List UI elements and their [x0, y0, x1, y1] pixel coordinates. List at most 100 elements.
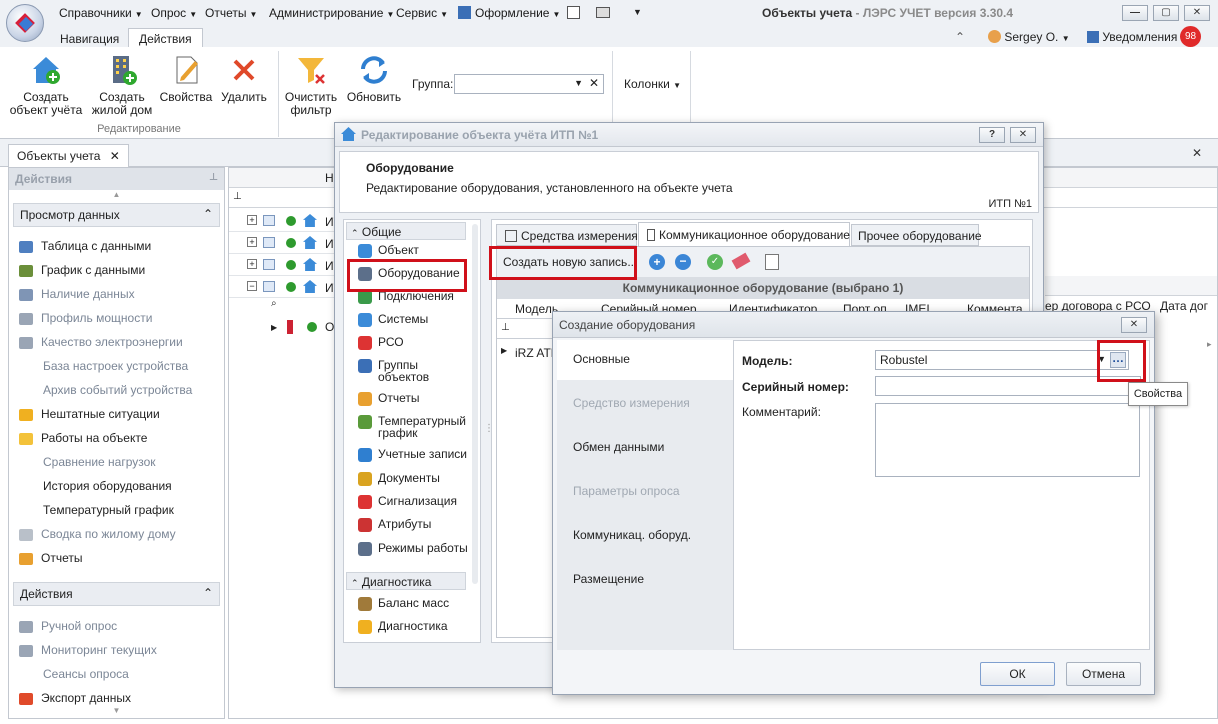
nav-item-9[interactable]: Документы: [358, 472, 440, 486]
tab-communication-equipment[interactable]: Коммуникационное оборудование: [638, 222, 850, 247]
save-icon[interactable]: [567, 6, 580, 19]
create-object-button[interactable]: Создать объект учёта: [8, 53, 84, 117]
edit-close-button[interactable]: ✕: [1010, 127, 1036, 143]
chevron-down-icon[interactable]: ▼: [574, 78, 583, 88]
expand-icon[interactable]: +: [247, 259, 257, 269]
menu-directories[interactable]: Справочники ▼: [59, 6, 143, 20]
menu-service[interactable]: Сервис ▼: [396, 6, 448, 20]
table-row[interactable]: − ИТ: [229, 278, 341, 298]
scroll-down-icon[interactable]: ▼: [9, 706, 224, 715]
nav-item-10[interactable]: Сигнализация: [358, 495, 457, 509]
minimize-button[interactable]: —: [1122, 5, 1148, 21]
menu-administration[interactable]: Администрирование ▼: [269, 6, 394, 20]
expand-icon[interactable]: −: [247, 281, 257, 291]
action-items1-6[interactable]: Архив событий устройства: [19, 383, 192, 399]
nav-item-6[interactable]: Отчеты: [358, 392, 419, 406]
refresh-button[interactable]: Обновить: [345, 53, 403, 104]
check-icon[interactable]: ✓: [707, 254, 723, 270]
pin-icon[interactable]: ⊥: [209, 172, 218, 183]
group-combobox[interactable]: ▼ ✕: [454, 74, 604, 94]
nav-diag-item-0[interactable]: Баланс масс: [358, 596, 449, 611]
nav-item-5[interactable]: Группы объектов: [358, 359, 429, 383]
cancel-button[interactable]: Отмена: [1066, 662, 1141, 686]
tab-measuring-tools[interactable]: Средства измерения: [496, 224, 638, 246]
help-button[interactable]: ?: [979, 127, 1005, 143]
action-items2-2[interactable]: Сеансы опроса: [19, 667, 129, 683]
action-items2-3[interactable]: Экспорт данных: [19, 691, 131, 705]
clear-filter-button[interactable]: Очистить фильтр: [282, 53, 340, 117]
tab-navigation[interactable]: Навигация: [50, 29, 129, 49]
menu-reports[interactable]: Отчеты ▼: [205, 6, 257, 20]
model-combobox[interactable]: Robustel ▼ …: [875, 350, 1129, 370]
action-items1-10[interactable]: История оборудования: [19, 479, 172, 495]
eraser-icon[interactable]: [731, 252, 751, 270]
nav-diag-item-1[interactable]: Диагностика: [358, 619, 448, 634]
nav-item-7[interactable]: Температурный график: [358, 415, 466, 439]
notifications-button[interactable]: Уведомления: [1087, 30, 1177, 44]
action-items1-1[interactable]: График с данными: [19, 263, 145, 277]
nav-item-4[interactable]: РСО: [358, 336, 404, 350]
comment-field[interactable]: [875, 403, 1140, 477]
action-items1-3[interactable]: Профиль мощности: [19, 311, 152, 325]
menu-appearance[interactable]: Оформление ▼: [458, 6, 560, 20]
tab-objects[interactable]: Объекты учета ✕: [8, 144, 129, 167]
scroll-right-icon[interactable]: ▸: [1207, 339, 1212, 350]
column-header-contract-date[interactable]: Дата дог: [1160, 299, 1208, 313]
action-items1-11[interactable]: Температурный график: [19, 503, 174, 519]
collapse-icon[interactable]: ⌃: [203, 207, 213, 221]
nav-item-3[interactable]: Системы: [358, 313, 428, 327]
group-actions[interactable]: Действия ⌃: [13, 582, 220, 606]
delete-button[interactable]: Удалить: [218, 53, 270, 104]
close-document-icon[interactable]: ✕: [1192, 146, 1202, 160]
expand-icon[interactable]: +: [247, 237, 257, 247]
collapse-ribbon-icon[interactable]: ⌃: [955, 30, 965, 44]
nav-item-12[interactable]: Режимы работы: [358, 542, 468, 556]
dialog-nav-5[interactable]: Размещение: [557, 560, 733, 600]
close-tab-icon[interactable]: ✕: [110, 149, 120, 163]
action-items1-2[interactable]: Наличие данных: [19, 287, 135, 301]
action-items1-5[interactable]: База настроек устройства: [19, 359, 188, 375]
properties-button[interactable]: Свойства: [158, 53, 214, 104]
edit-icon[interactable]: [765, 254, 779, 270]
nav-group-general[interactable]: ⌃ Общие: [346, 222, 466, 240]
dialog-nav-3[interactable]: Параметры опроса: [557, 472, 733, 512]
user-menu[interactable]: Sergey O. ▼: [988, 30, 1070, 44]
columns-button[interactable]: Колонки ▼: [624, 77, 681, 91]
action-items1-0[interactable]: Таблица с данными: [19, 239, 151, 253]
search-icon[interactable]: ⌕: [271, 298, 277, 309]
group-view-data[interactable]: Просмотр данных ⌃: [13, 203, 220, 227]
table-row[interactable]: + ИТ: [229, 256, 341, 276]
nav-item-8[interactable]: Учетные записи: [358, 448, 467, 462]
dialog-nav-0[interactable]: Основные: [557, 340, 733, 380]
nav-item-0[interactable]: Объект: [358, 244, 419, 258]
remove-icon[interactable]: −: [675, 254, 691, 270]
tab-actions[interactable]: Действия: [128, 28, 203, 48]
nav-group-diagnostics[interactable]: ⌃ Диагностика: [346, 572, 466, 590]
dialog-nav-4[interactable]: Коммуникац. оборуд.: [557, 516, 733, 556]
action-items2-1[interactable]: Мониторинг текущих: [19, 643, 157, 657]
close-button[interactable]: ✕: [1184, 5, 1210, 21]
dialog-nav-2[interactable]: Обмен данными: [557, 428, 733, 468]
action-items1-7[interactable]: Нештатные ситуации: [19, 407, 160, 421]
dialog-nav-1[interactable]: Средство измерения: [557, 384, 733, 424]
clear-icon[interactable]: ✕: [589, 76, 599, 90]
nav-scrollbar[interactable]: [472, 224, 478, 584]
scroll-up-icon[interactable]: ▲: [9, 190, 224, 199]
action-items1-13[interactable]: Отчеты: [19, 551, 82, 565]
nav-item-11[interactable]: Атрибуты: [358, 518, 431, 532]
create-dialog-close-button[interactable]: ✕: [1121, 317, 1147, 333]
maximize-button[interactable]: ▢: [1153, 5, 1179, 21]
action-items1-9[interactable]: Сравнение нагрузок: [19, 455, 156, 471]
menu-polling[interactable]: Опрос ▼: [151, 6, 197, 20]
add-icon[interactable]: +: [649, 254, 665, 270]
action-items1-4[interactable]: Качество электроэнергии: [19, 335, 183, 349]
create-house-button[interactable]: Создать жилой дом: [90, 53, 154, 117]
ok-button[interactable]: ОК: [980, 662, 1055, 686]
table-row[interactable]: + ИТ: [229, 234, 341, 254]
print-icon[interactable]: [596, 7, 610, 18]
quick-access-dropdown-icon[interactable]: ▼: [633, 7, 642, 17]
action-items1-12[interactable]: Сводка по жилому дому: [19, 527, 176, 541]
tab-other-equipment[interactable]: Прочее оборудование: [851, 224, 982, 246]
collapse-icon[interactable]: ⌃: [203, 586, 213, 600]
table-row[interactable]: + ИТ: [229, 212, 341, 232]
